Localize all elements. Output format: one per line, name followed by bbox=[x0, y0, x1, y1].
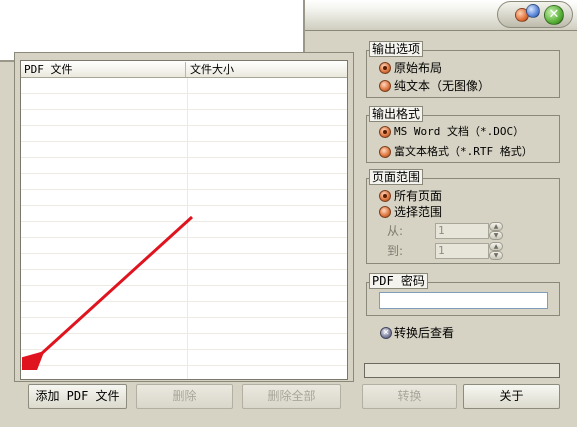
range-from-label: 从: bbox=[387, 224, 404, 238]
radio-label: 所有页面 bbox=[394, 189, 443, 203]
range-to-row: 到: 1 ▲ ▼ bbox=[387, 242, 503, 260]
range-from-row: 从: 1 ▲ ▼ bbox=[387, 222, 503, 240]
page-range-title: 页面范围 bbox=[369, 169, 424, 185]
convert-button[interactable]: 转换 bbox=[362, 384, 457, 409]
column-header-file-size[interactable]: 文件大小 bbox=[187, 62, 345, 77]
maximize-orb-icon[interactable] bbox=[526, 4, 540, 18]
spin-down-icon[interactable]: ▼ bbox=[489, 251, 503, 260]
pdf-password-group: PDF 密码 bbox=[366, 273, 560, 316]
radio-unchecked-icon[interactable] bbox=[379, 206, 391, 218]
file-list-header: PDF 文件 文件大小 bbox=[21, 61, 347, 78]
radio-label: 选择范围 bbox=[394, 205, 443, 219]
radio-unchecked-icon[interactable] bbox=[379, 146, 391, 158]
radio-label: MS Word 文档（*.DOC） bbox=[394, 125, 525, 138]
radio-checked-icon[interactable] bbox=[379, 190, 391, 202]
range-to-label: 到: bbox=[387, 244, 404, 258]
spin-up-icon[interactable]: ▲ bbox=[489, 242, 503, 251]
checkmark-icon[interactable]: ✕ bbox=[380, 327, 392, 339]
about-button[interactable]: 关于 bbox=[463, 384, 560, 409]
output-options-group: 输出选项 原始布局 纯文本（无图像） bbox=[366, 41, 560, 98]
range-from-spinner[interactable]: ▲ ▼ bbox=[489, 222, 503, 240]
radio-label: 富文本格式（*.RTF 格式） bbox=[394, 145, 533, 158]
pdf-password-input[interactable] bbox=[379, 292, 548, 309]
output-format-group: 输出格式 MS Word 文档（*.DOC） 富文本格式（*.RTF 格式） bbox=[366, 106, 560, 163]
page-range-group: 页面范围 所有页面 选择范围 从: 1 ▲ ▼ 到: 1 ▲ ▼ bbox=[366, 169, 560, 264]
radio-label: 纯文本（无图像） bbox=[394, 79, 491, 93]
red-arrow-icon bbox=[22, 215, 194, 370]
spin-up-icon[interactable]: ▲ bbox=[489, 222, 503, 231]
range-to-input[interactable]: 1 bbox=[435, 243, 489, 259]
close-icon[interactable]: ✕ bbox=[544, 5, 564, 25]
output-options-title: 输出选项 bbox=[369, 41, 424, 57]
range-from-input[interactable]: 1 bbox=[435, 223, 489, 239]
radio-checked-icon[interactable] bbox=[379, 62, 391, 74]
view-after-convert-label: 转换后查看 bbox=[394, 326, 455, 340]
radio-label: 原始布局 bbox=[394, 61, 443, 75]
pdf-password-title: PDF 密码 bbox=[369, 273, 428, 289]
window-controls: ✕ bbox=[497, 1, 573, 28]
add-pdf-button[interactable]: 添加 PDF 文件 bbox=[28, 384, 127, 409]
radio-unchecked-icon[interactable] bbox=[379, 80, 391, 92]
delete-all-button[interactable]: 删除全部 bbox=[242, 384, 341, 409]
spin-down-icon[interactable]: ▼ bbox=[489, 231, 503, 240]
progress-bar bbox=[364, 363, 560, 378]
output-format-title: 输出格式 bbox=[369, 106, 424, 122]
range-to-spinner[interactable]: ▲ ▼ bbox=[489, 242, 503, 260]
delete-button[interactable]: 删除 bbox=[136, 384, 233, 409]
radio-checked-icon[interactable] bbox=[379, 126, 391, 138]
column-header-pdf-file[interactable]: PDF 文件 bbox=[21, 62, 186, 77]
